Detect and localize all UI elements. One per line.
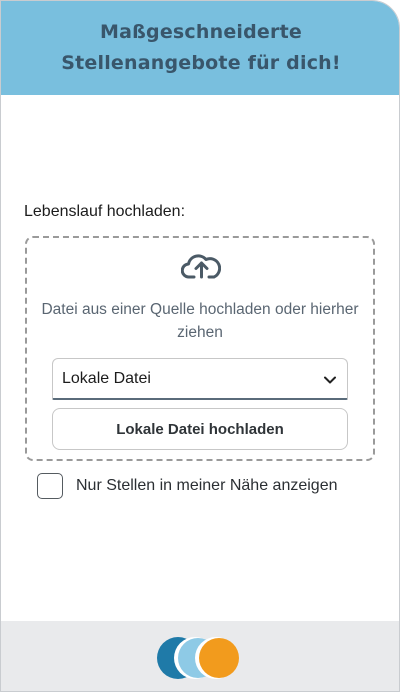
file-dropzone[interactable]: Datei aus einer Quelle hochladen oder hi… [25, 236, 375, 461]
page-title-line-1: Maßgeschneiderte [100, 21, 302, 43]
company-logo [157, 637, 239, 679]
page-title-line-2: Stellenangebote für dich! [61, 52, 341, 74]
upload-local-file-button[interactable]: Lokale Datei hochladen [52, 408, 348, 450]
chevron-down-icon [324, 376, 336, 384]
nearby-jobs-label: Nur Stellen in meiner Nähe anzeigen [76, 477, 338, 494]
file-source-select-value: Lokale Datei [62, 370, 151, 387]
header-banner: Maßgeschneiderte Stellenangebote für dic… [1, 1, 399, 95]
app-frame: Maßgeschneiderte Stellenangebote für dic… [0, 0, 400, 692]
resume-upload-label: Lebenslauf hochladen: [24, 203, 186, 220]
file-source-select[interactable]: Lokale Datei [52, 358, 348, 400]
cloud-upload-icon [181, 254, 221, 279]
nearby-jobs-checkbox[interactable] [37, 473, 63, 499]
nearby-jobs-option[interactable]: Nur Stellen in meiner Nähe anzeigen [37, 473, 337, 499]
dropzone-hint: Datei aus einer Quelle hochladen oder hi… [41, 301, 359, 341]
footer-bar [1, 621, 399, 691]
